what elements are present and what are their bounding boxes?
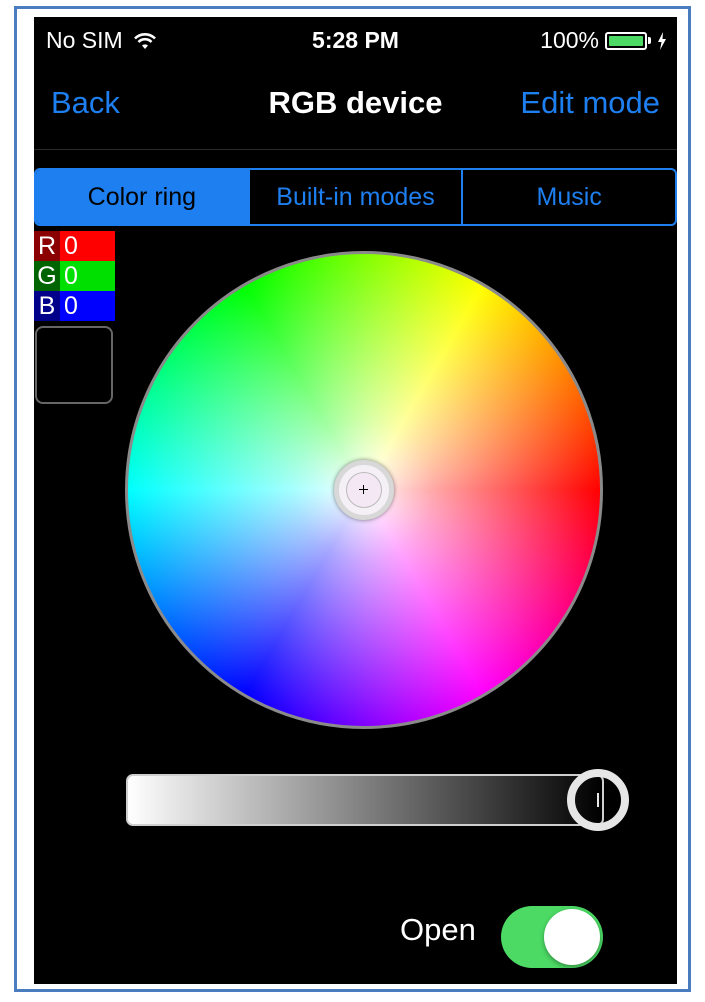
green-value: 0 [60,261,115,291]
red-label: R [34,231,60,261]
red-value: 0 [60,231,115,261]
color-picker-handle[interactable] [334,460,394,520]
mode-segmented-control: Color ring Built-in modes Music [34,168,677,226]
green-label: G [34,261,60,291]
red-row: R 0 [34,231,115,261]
crosshair-icon [359,485,368,494]
rgb-readout: R 0 G 0 B 0 [34,231,115,321]
battery-percent: 100% [540,27,599,53]
tab-music[interactable]: Music [461,170,675,224]
tab-color-ring[interactable]: Color ring [36,170,248,224]
power-label: Open [400,912,476,947]
charging-bolt-icon [658,31,666,50]
status-bar: No SIM 5:28 PM 100% [34,17,677,63]
edit-mode-button[interactable]: Edit mode [520,85,660,121]
color-preview-swatch [35,326,113,404]
blue-row: B 0 [34,291,115,321]
phone-screen: No SIM 5:28 PM 100% Back RGB device Edit… [34,17,677,984]
power-toggle[interactable] [501,906,603,968]
battery-group: 100% [540,27,667,54]
toggle-knob [544,909,600,965]
green-row: G 0 [34,261,115,291]
blue-value: 0 [60,291,115,321]
brightness-slider[interactable] [126,774,604,826]
navigation-bar: Back RGB device Edit mode [34,63,677,150]
brightness-slider-thumb[interactable] [567,769,629,831]
tab-built-in-modes[interactable]: Built-in modes [247,170,462,224]
battery-icon [605,31,647,50]
blue-label: B [34,291,60,321]
